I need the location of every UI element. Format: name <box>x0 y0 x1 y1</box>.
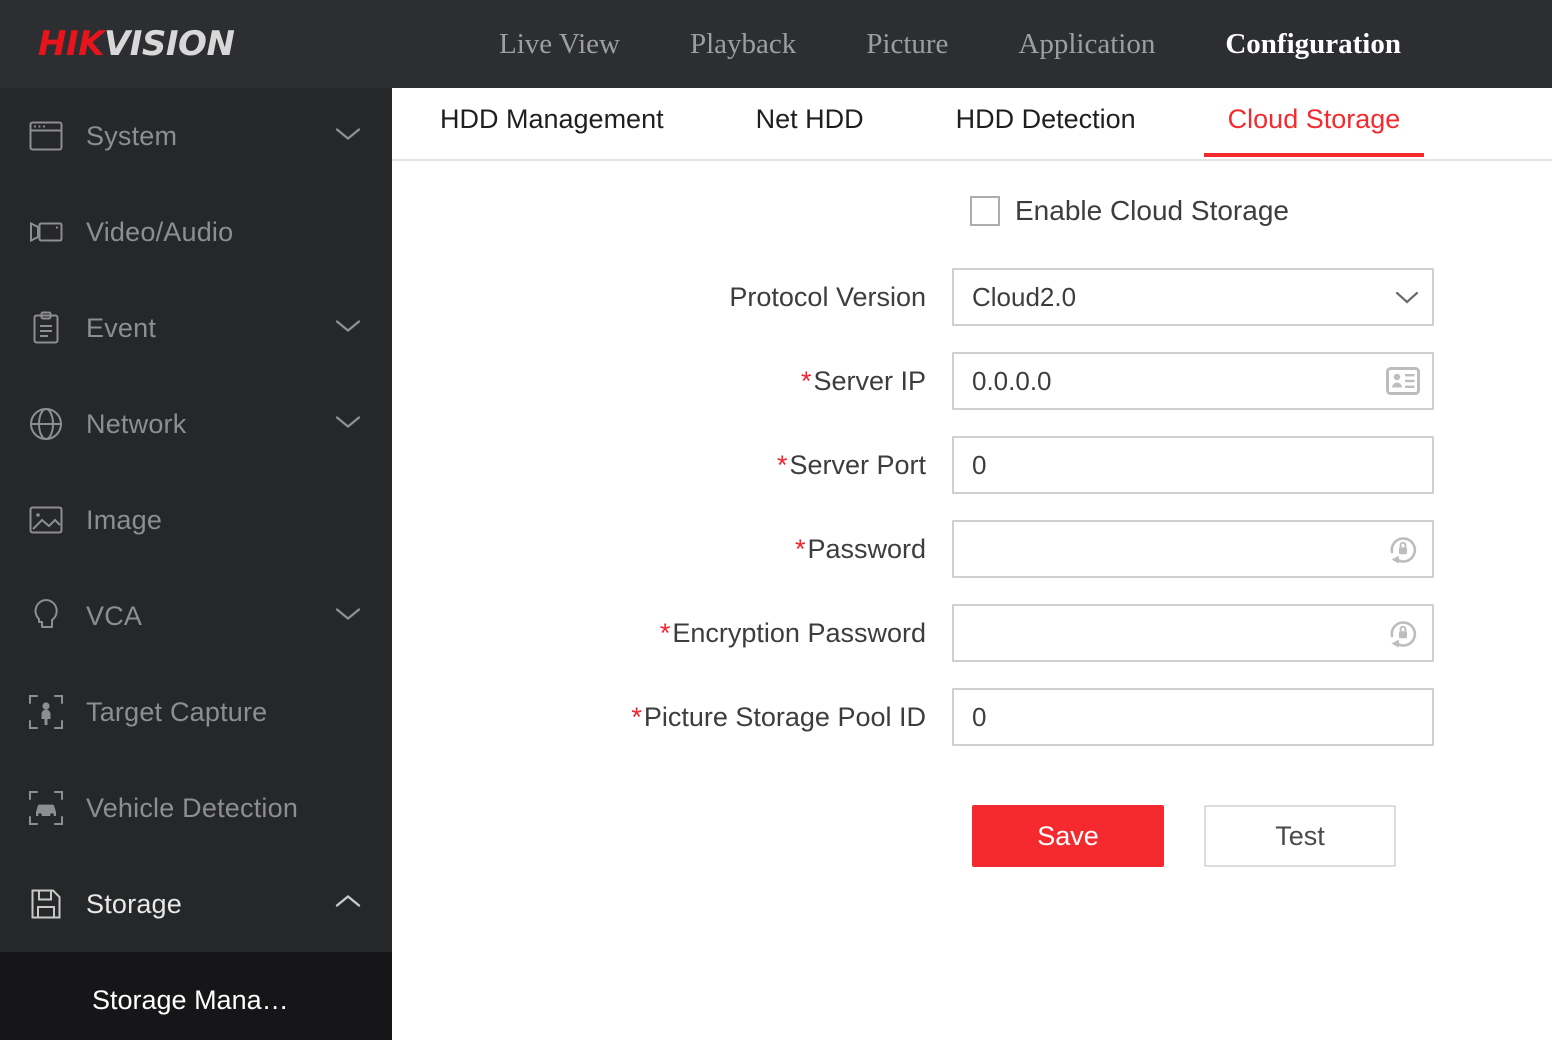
sidebar-item-label-event: Event <box>86 313 156 344</box>
hikvision-logo[interactable]: HIKVISION <box>0 24 392 64</box>
sidebar-item-event[interactable]: Event <box>0 280 392 376</box>
chevron-down-icon-system[interactable] <box>334 126 362 147</box>
tab-hdd-management[interactable]: HDD Management <box>440 88 664 155</box>
picture-storage-pool-id-input[interactable]: 0 <box>952 688 1434 746</box>
label-protocol-version: Protocol Version <box>392 282 952 313</box>
sidebar-item-target-capture[interactable]: Target Capture <box>0 664 392 760</box>
label-password: *Password <box>392 534 952 565</box>
label-text-picture-storage-pool-id: Picture Storage Pool ID <box>644 702 926 732</box>
clipboard-icon <box>24 306 68 350</box>
sidebar-item-vca[interactable]: VCA <box>0 568 392 664</box>
server-port-input[interactable]: 0 <box>952 436 1434 494</box>
tab-hdd-detection[interactable]: HDD Detection <box>956 88 1136 155</box>
floppy-disk-icon <box>24 882 68 926</box>
protocol-version-select[interactable]: Cloud2.0 <box>952 268 1434 326</box>
server-ip-input[interactable]: 0.0.0.0 <box>952 352 1434 410</box>
reset-password-icon[interactable] <box>1386 616 1420 650</box>
main-content: HDD Management Net HDD HDD Detection Clo… <box>392 88 1552 1040</box>
protocol-version-value: Cloud2.0 <box>972 282 1076 313</box>
topnav-item-application[interactable]: Application <box>983 28 1190 61</box>
form-row-protocol-version: Protocol Version Cloud2.0 <box>392 255 1552 339</box>
topnav-item-picture[interactable]: Picture <box>831 28 983 61</box>
car-frame-icon <box>24 786 68 830</box>
label-picture-storage-pool-id: *Picture Storage Pool ID <box>392 702 952 733</box>
tab-net-hdd[interactable]: Net HDD <box>756 88 864 155</box>
person-frame-icon <box>24 690 68 734</box>
logo-text-hik: HIK <box>38 24 104 64</box>
sidebar: System Video/Audio <box>0 88 392 1040</box>
id-card-icon[interactable] <box>1386 367 1420 395</box>
label-server-ip: *Server IP <box>392 366 952 397</box>
sidebar-item-storage[interactable]: Storage <box>0 856 392 952</box>
sidebar-subitem-storage-management[interactable]: Storage Mana… <box>0 952 392 1040</box>
sidebar-item-label-image: Image <box>86 505 162 536</box>
sidebar-item-label-vca: VCA <box>86 601 142 632</box>
cloud-storage-form: Enable Cloud Storage Protocol Version Cl… <box>392 161 1552 867</box>
sidebar-subitem-label-storage-management: Storage Mana… <box>92 985 289 1016</box>
sidebar-item-system[interactable]: System <box>0 88 392 184</box>
enable-cloud-storage-checkbox[interactable] <box>970 196 1000 226</box>
top-header: HIKVISION Live View Playback Picture App… <box>0 0 1552 88</box>
sidebar-item-vehicle-detection[interactable]: Vehicle Detection <box>0 760 392 856</box>
sidebar-item-image[interactable]: Image <box>0 472 392 568</box>
label-server-port: *Server Port <box>392 450 952 481</box>
required-asterisk-server-port: * <box>777 450 788 480</box>
picture-icon <box>24 498 68 542</box>
topnav-item-live-view[interactable]: Live View <box>464 28 655 61</box>
save-button[interactable]: Save <box>972 805 1164 867</box>
tab-bar: HDD Management Net HDD HDD Detection Clo… <box>392 88 1552 161</box>
globe-icon <box>24 402 68 446</box>
form-row-server-ip: *Server IP 0.0.0.0 <box>392 339 1552 423</box>
sidebar-item-network[interactable]: Network <box>0 376 392 472</box>
enable-cloud-storage-label: Enable Cloud Storage <box>1015 195 1289 227</box>
camera-icon <box>24 210 68 254</box>
chevron-down-icon[interactable] <box>1394 289 1420 305</box>
sidebar-item-label-network: Network <box>86 409 186 440</box>
sidebar-item-label-system: System <box>86 121 177 152</box>
form-actions: Save Test <box>972 805 1552 867</box>
server-port-value: 0 <box>972 450 986 481</box>
encryption-password-input[interactable] <box>952 604 1434 662</box>
form-row-picture-storage-pool-id: *Picture Storage Pool ID 0 <box>392 675 1552 759</box>
sidebar-item-video-audio[interactable]: Video/Audio <box>0 184 392 280</box>
top-navigation: Live View Playback Picture Application C… <box>464 28 1436 61</box>
label-text-server-ip: Server IP <box>813 366 926 396</box>
sidebar-item-label-video-audio: Video/Audio <box>86 217 233 248</box>
label-text-server-port: Server Port <box>789 450 926 480</box>
sidebar-item-label-vehicle-detection: Vehicle Detection <box>86 793 298 824</box>
picture-storage-pool-id-value: 0 <box>972 702 986 733</box>
chevron-down-icon-event[interactable] <box>334 318 362 339</box>
form-row-password: *Password <box>392 507 1552 591</box>
logo-text-vision: VISION <box>104 24 234 64</box>
sidebar-item-label-storage: Storage <box>86 889 182 920</box>
topnav-item-configuration[interactable]: Configuration <box>1190 28 1436 61</box>
label-encryption-password: *Encryption Password <box>392 618 952 649</box>
form-row-server-port: *Server Port 0 <box>392 423 1552 507</box>
label-text-password: Password <box>807 534 926 564</box>
lightbulb-icon <box>24 594 68 638</box>
enable-cloud-storage-row: Enable Cloud Storage <box>970 195 1552 227</box>
chevron-down-icon-network[interactable] <box>334 414 362 435</box>
sidebar-item-label-target-capture: Target Capture <box>86 697 267 728</box>
form-row-encryption-password: *Encryption Password <box>392 591 1552 675</box>
window-icon <box>24 114 68 158</box>
required-asterisk-encryption-password: * <box>660 618 671 648</box>
test-button[interactable]: Test <box>1204 805 1396 867</box>
tab-cloud-storage[interactable]: Cloud Storage <box>1228 88 1401 155</box>
required-asterisk-password: * <box>795 534 806 564</box>
reset-password-icon[interactable] <box>1386 532 1420 566</box>
label-text-encryption-password: Encryption Password <box>672 618 926 648</box>
topnav-item-playback[interactable]: Playback <box>655 28 831 61</box>
chevron-up-icon-storage[interactable] <box>334 894 362 915</box>
password-input[interactable] <box>952 520 1434 578</box>
app-root: HIKVISION Live View Playback Picture App… <box>0 0 1552 1040</box>
required-asterisk-server-ip: * <box>801 366 812 396</box>
required-asterisk-picture-storage-pool-id: * <box>631 702 642 732</box>
chevron-down-icon-vca[interactable] <box>334 606 362 627</box>
server-ip-value: 0.0.0.0 <box>972 366 1052 397</box>
